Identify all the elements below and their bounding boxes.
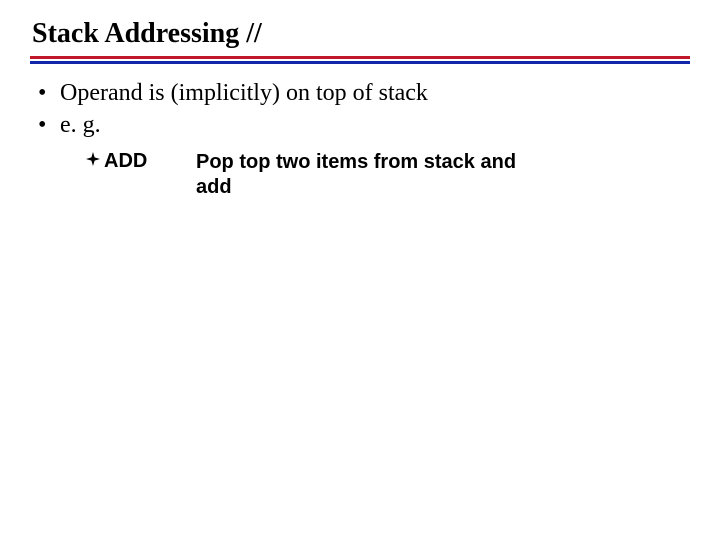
bullet-item: e. g. bbox=[38, 110, 690, 140]
sub-bullet-row: ADD Pop top two items from stack and add bbox=[30, 150, 690, 200]
slide: Stack Addressing // Operand is (implicit… bbox=[0, 0, 720, 540]
bullet-text: e. g. bbox=[60, 112, 101, 138]
sub-bullet-left: ADD bbox=[86, 150, 196, 173]
sub-bullet-description: Pop top two items from stack and add bbox=[196, 150, 526, 200]
slide-title: Stack Addressing // bbox=[32, 18, 690, 50]
slide-body: Operand is (implicitly) on top of stack … bbox=[30, 78, 690, 200]
divider-red bbox=[30, 56, 690, 59]
four-point-star-icon bbox=[86, 152, 100, 166]
bullet-item: Operand is (implicitly) on top of stack bbox=[38, 78, 690, 108]
bullet-list: Operand is (implicitly) on top of stack … bbox=[30, 78, 690, 140]
mnemonic-text: ADD bbox=[104, 150, 147, 173]
divider-blue bbox=[30, 61, 690, 64]
bullet-text: Operand is (implicitly) on top of stack bbox=[60, 80, 428, 106]
